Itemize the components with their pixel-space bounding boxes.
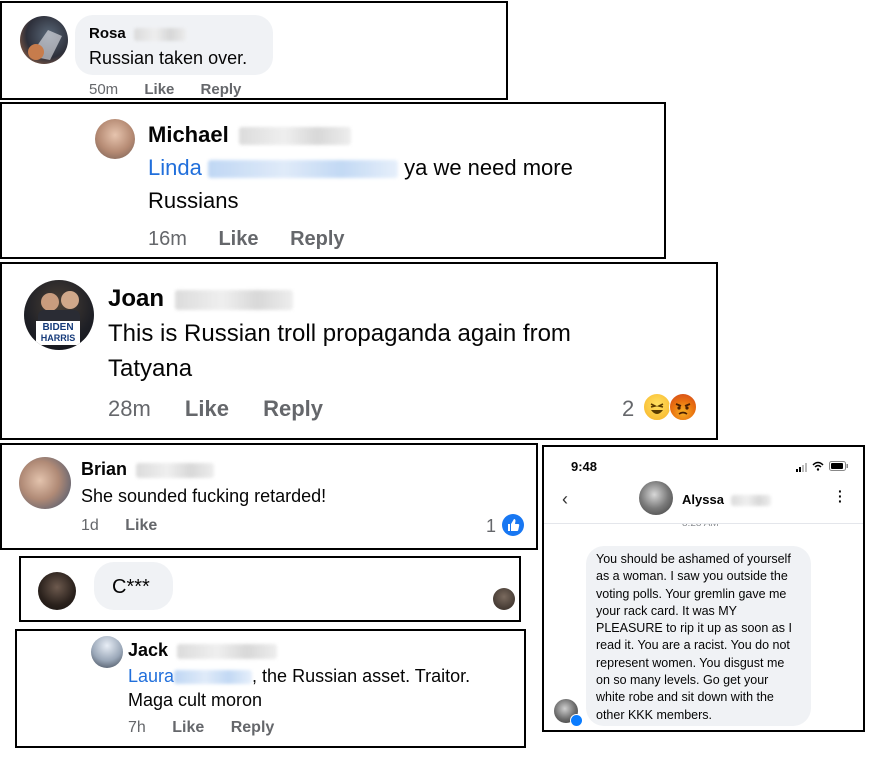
haha-reaction-icon <box>643 393 671 421</box>
commenter-name[interactable]: Brian <box>81 459 215 480</box>
comment-card-rosa: Rosa Russian taken over. 50m Like Reply <box>0 1 508 100</box>
comment-card-michael: Michael Linda ya we need more Russians 1… <box>0 102 666 259</box>
like-button[interactable]: Like <box>144 81 174 98</box>
like-button[interactable]: Like <box>125 517 157 534</box>
status-bar: 9:48 <box>544 447 863 481</box>
comment-text-line-1: This is Russian troll propaganda again f… <box>108 320 571 347</box>
mention-link[interactable]: Linda <box>148 155 202 180</box>
badge-line-1: BIDEN <box>42 322 74 333</box>
redacted-surname <box>174 289 293 310</box>
comment-text: C*** <box>112 576 150 598</box>
flag-photo-icon <box>28 30 62 60</box>
comment-text: She sounded fucking retarded! <box>81 486 327 506</box>
avatar[interactable] <box>95 119 135 159</box>
message-line: voting polls. Your gremlin gave me <box>596 586 787 601</box>
commenter-name[interactable]: Jack <box>128 640 278 661</box>
comment-card-joan: BIDEN HARRIS Joan This is Russian troll … <box>0 262 718 440</box>
status-time: 9:48 <box>571 459 598 474</box>
redacted-surname <box>177 643 278 659</box>
comment-actions: 50m Like Reply <box>89 81 263 98</box>
contact-avatar[interactable] <box>639 481 673 515</box>
comment-text-line-2: Tatyana <box>108 355 193 382</box>
commenter-first-name[interactable]: Rosa <box>89 25 126 42</box>
comment-actions: 7h Like Reply <box>128 719 296 737</box>
redacted-surname <box>133 27 186 41</box>
campaign-badge: BIDEN HARRIS <box>36 321 80 345</box>
comment-text: ya we need more <box>404 155 573 180</box>
like-reaction-icon <box>502 514 524 536</box>
commenter-name[interactable]: Michael <box>148 122 351 148</box>
signal-icon <box>796 463 807 472</box>
message-line: represent women. You disgust me <box>596 655 785 670</box>
comment-text: , the Russian asset. Traitor. <box>252 666 471 686</box>
more-options-icon[interactable]: · · · <box>838 484 843 508</box>
comment-actions: 28m Like Reply <box>108 396 345 422</box>
reply-button[interactable]: Reply <box>231 719 275 736</box>
comment-actions: 1d Like <box>81 517 179 535</box>
message-line: on so many levels. Go get your <box>596 673 769 688</box>
commenter-first-name[interactable]: Michael <box>148 122 229 147</box>
header-divider <box>544 523 863 524</box>
like-button[interactable]: Like <box>218 228 258 250</box>
contact-first-name[interactable]: Alyssa <box>682 492 724 507</box>
comment-text: Russian taken over. <box>89 48 248 68</box>
comment-time[interactable]: 1d <box>81 517 99 534</box>
reply-button[interactable]: Reply <box>201 81 242 98</box>
small-avatar[interactable] <box>493 588 515 610</box>
message-line: your rack card. It was MY <box>596 603 738 618</box>
battery-icon <box>829 461 848 471</box>
reply-button[interactable]: Reply <box>290 228 344 250</box>
comment-actions: 16m Like Reply <box>148 228 367 251</box>
reaction-count[interactable]: 2 <box>622 396 634 422</box>
message-line: other KKK members. <box>596 707 713 722</box>
commenter-name[interactable]: Rosa <box>89 25 186 42</box>
messenger-badge-icon <box>570 714 583 727</box>
mention-link[interactable]: Laura <box>128 666 174 686</box>
comment-text-line-1: Laura , the Russian asset. Traitor. <box>128 666 470 687</box>
message-line: PLEASURE to rip it up as soon as I <box>596 621 792 636</box>
avatar[interactable] <box>91 636 123 668</box>
avatar[interactable]: BIDEN HARRIS <box>24 280 94 350</box>
commenter-first-name[interactable]: Joan <box>108 285 164 312</box>
avatar[interactable] <box>19 457 71 509</box>
reaction-count[interactable]: 1 <box>486 516 496 537</box>
redacted-mention <box>174 670 253 685</box>
comment-card-jack: Jack Laura, the Russian asset. Traitor. … <box>15 629 526 748</box>
comment-text-line-2: Maga cult moron <box>128 690 263 710</box>
comment-text-line-1: Linda ya we need more <box>148 155 573 181</box>
avatar[interactable] <box>20 16 68 64</box>
messenger-screenshot: 9:48 ‹ Alyssa ··· 8:28 AM You should be … <box>542 445 865 732</box>
message-line: white robe and sit down with the <box>596 690 774 705</box>
comment-time[interactable]: 7h <box>128 719 146 736</box>
comment-card-brian: Brian She sounded fucking retarded! 1d L… <box>0 443 538 550</box>
message-text: You should be ashamed of yourself as a wo… <box>596 551 792 724</box>
angry-reaction-icon <box>669 393 697 421</box>
contact-name[interactable]: Alyssa <box>682 492 771 507</box>
badge-line-2: HARRIS <box>40 333 76 343</box>
reply-button[interactable]: Reply <box>263 396 323 421</box>
message-line: You should be ashamed of yourself <box>596 552 791 566</box>
comment-time[interactable]: 50m <box>89 81 118 98</box>
commenter-first-name[interactable]: Jack <box>128 640 168 660</box>
comment-time[interactable]: 28m <box>108 396 151 421</box>
wifi-icon <box>812 461 824 471</box>
like-button[interactable]: Like <box>172 719 204 736</box>
message-line: read it. You are a racist. You do not <box>596 638 790 653</box>
comment-card-5: C*** <box>19 556 521 622</box>
commenter-name[interactable]: Joan <box>108 285 293 313</box>
comment-time[interactable]: 16m <box>148 228 187 250</box>
back-chevron-icon[interactable]: ‹ <box>562 489 568 510</box>
redacted-mention <box>207 160 398 179</box>
redacted-surname <box>238 127 351 146</box>
comment-text-line-2: Russians <box>148 188 239 213</box>
redacted-surname <box>136 462 215 478</box>
message-line: as a woman. I saw you outside the <box>596 569 788 584</box>
like-button[interactable]: Like <box>185 396 229 421</box>
avatar[interactable] <box>38 572 76 610</box>
commenter-first-name[interactable]: Brian <box>81 459 127 479</box>
redacted-surname <box>730 495 771 507</box>
